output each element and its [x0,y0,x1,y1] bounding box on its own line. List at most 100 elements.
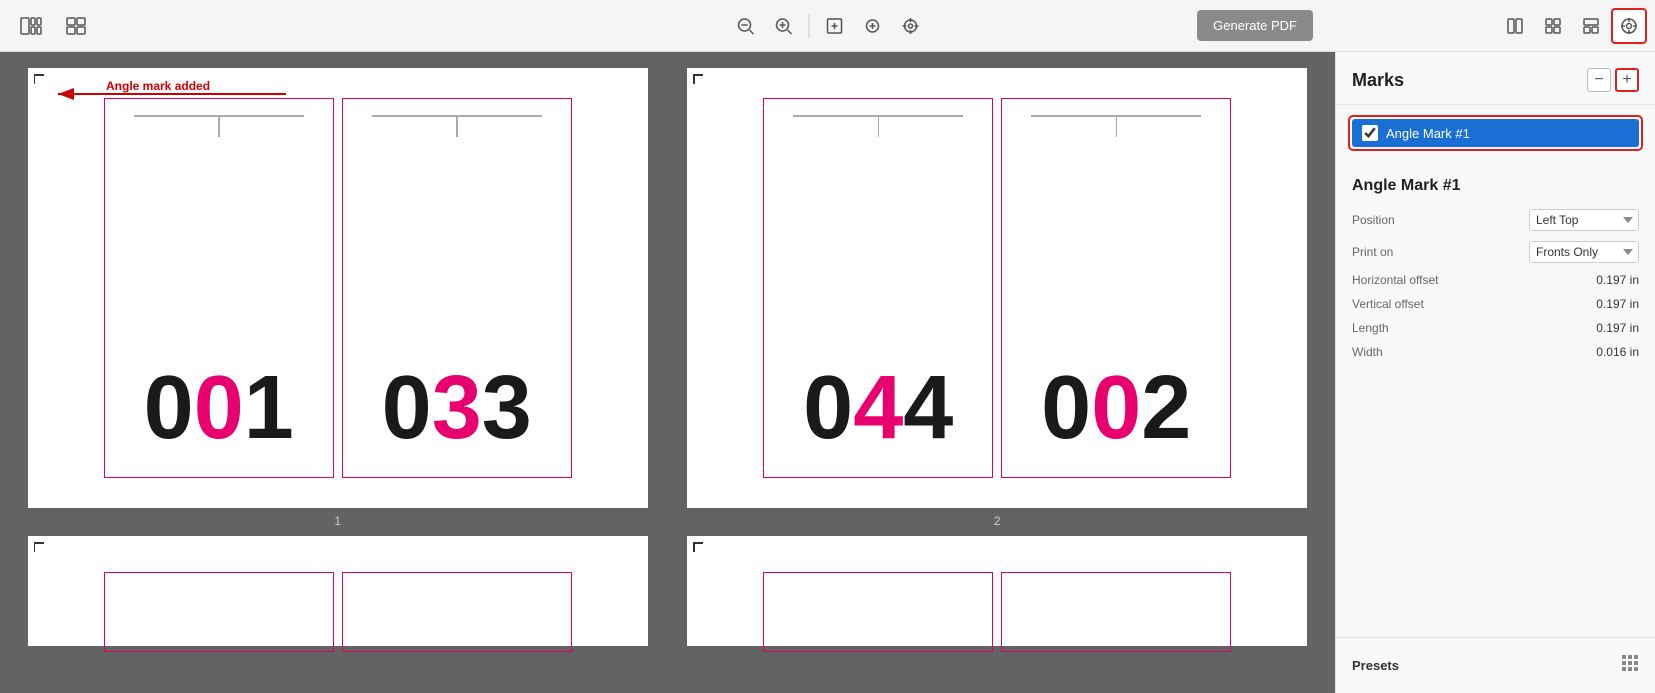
marks-header: Marks − + [1336,52,1655,105]
prop-select-print-on[interactable]: Fronts Only Backs Only Both [1529,241,1639,263]
main-area: Angle mark added 001 [0,52,1655,693]
prop-value-length: 0.197 in [1596,321,1639,335]
page-wrapper-4 [687,536,1307,646]
num-prefix: 0 [144,363,194,453]
card-033: 033 [342,98,572,478]
canvas-area: Angle mark added 001 [0,52,1335,693]
toolbar: Generate PDF [0,0,1655,52]
card-top-line [372,115,542,137]
page-container-3 [16,536,660,646]
num-suffix: 1 [244,363,294,453]
page-wrapper-3 [28,536,648,646]
marks-header-buttons: − + [1587,68,1639,92]
card-002: 002 [1001,98,1231,478]
prop-row-width: Width 0.016 in [1352,345,1639,359]
v-line [878,117,880,137]
prop-row-position: Position Left Top Right Top Left Bottom … [1352,209,1639,231]
mark-item-label: Angle Mark #1 [1386,126,1470,141]
prop-label-width: Width [1352,345,1596,359]
fit-width-btn[interactable] [855,11,889,41]
prop-row-length: Length 0.197 in [1352,321,1639,335]
toolbar-divider [808,14,809,38]
v-line [456,117,458,137]
card-top-line [793,115,963,137]
v-line [1116,117,1118,137]
zoom-in-btn[interactable] [766,11,800,41]
page-container-1: Angle mark added 001 [16,68,660,528]
card-number-002: 002 [1041,363,1191,453]
card-pair-1: 001 033 [44,84,632,492]
zoom-out-btn[interactable] [728,11,762,41]
right-panel-icons [1489,0,1655,52]
num-prefix: 0 [803,363,853,453]
prop-label-h-offset: Horizontal offset [1352,273,1596,287]
num-suffix: 4 [903,363,953,453]
num-main: 0 [1091,363,1141,453]
card-number-044: 044 [803,363,953,453]
prop-row-print-on: Print on Fronts Only Backs Only Both [1352,241,1639,263]
page-container-2: 044 002 [676,68,1320,528]
page-number-1: 1 [334,514,341,528]
num-suffix: 2 [1141,363,1191,453]
card-001: 001 [104,98,334,478]
layout-btn-1[interactable] [12,11,50,41]
prop-value-h-offset: 0.197 in [1596,273,1639,287]
num-main: 0 [194,363,244,453]
mark-item-checkbox[interactable] [1362,125,1378,141]
panel-spacer [1336,385,1655,637]
card-number-001: 001 [144,363,294,453]
fit-page-btn[interactable] [817,11,851,41]
num-main: 4 [853,363,903,453]
panel-icon-marks[interactable] [1611,8,1647,44]
v-line [218,117,220,137]
toolbar-center [728,11,927,41]
layout-btn-2[interactable] [58,11,94,41]
presets-grid-icon[interactable] [1621,654,1639,677]
num-main: 3 [432,363,482,453]
prop-value-v-offset: 0.197 in [1596,297,1639,311]
prop-label-length: Length [1352,321,1596,335]
mark-item-1[interactable]: Angle Mark #1 [1352,119,1639,147]
prop-label-v-offset: Vertical offset [1352,297,1596,311]
prop-select-position[interactable]: Left Top Right Top Left Bottom Right Bot… [1529,209,1639,231]
presets-section: Presets [1336,637,1655,693]
num-suffix: 3 [482,363,532,453]
num-prefix: 0 [1041,363,1091,453]
right-panel: Marks − + Angle Mark #1 Angle Mark #1 Po… [1335,52,1655,693]
prop-value-width: 0.016 in [1596,345,1639,359]
generate-pdf-button[interactable]: Generate PDF [1197,10,1313,41]
prop-label-print-on: Print on [1352,245,1529,259]
card-top-line [134,115,304,137]
marks-minus-btn[interactable]: − [1587,68,1611,92]
properties-title: Angle Mark #1 [1352,177,1639,195]
pages-row-1: Angle mark added 001 [16,68,1319,528]
marks-add-btn[interactable]: + [1615,68,1639,92]
page-wrapper-1: Angle mark added 001 [28,68,648,508]
pages-row-2 [16,536,1319,646]
properties-section: Angle Mark #1 Position Left Top Right To… [1336,161,1655,385]
presets-label: Presets [1352,658,1399,673]
angle-mark-3 [34,542,48,556]
panel-icon-layout[interactable] [1573,8,1609,44]
card-044: 044 [763,98,993,478]
page-number-2: 2 [994,514,1001,528]
toolbar-left [12,11,94,41]
card-number-033: 033 [382,363,532,453]
prop-row-h-offset: Horizontal offset 0.197 in [1352,273,1639,287]
page-container-4 [676,536,1320,646]
prop-row-v-offset: Vertical offset 0.197 in [1352,297,1639,311]
num-prefix: 0 [382,363,432,453]
angle-mark-1 [34,74,48,88]
mark-item-container: Angle Mark #1 [1348,115,1643,151]
full-screen-btn[interactable] [893,11,927,41]
card-pair-2: 044 002 [703,84,1291,492]
prop-label-position: Position [1352,213,1529,227]
panel-icon-pages[interactable] [1497,8,1533,44]
angle-mark-4 [693,542,707,556]
angle-mark-2 [693,74,707,88]
marks-title: Marks [1352,70,1404,91]
card-top-line [1031,115,1201,137]
toolbar-right: Generate PDF [1197,10,1313,41]
page-wrapper-2: 044 002 [687,68,1307,508]
panel-icon-grid[interactable] [1535,8,1571,44]
